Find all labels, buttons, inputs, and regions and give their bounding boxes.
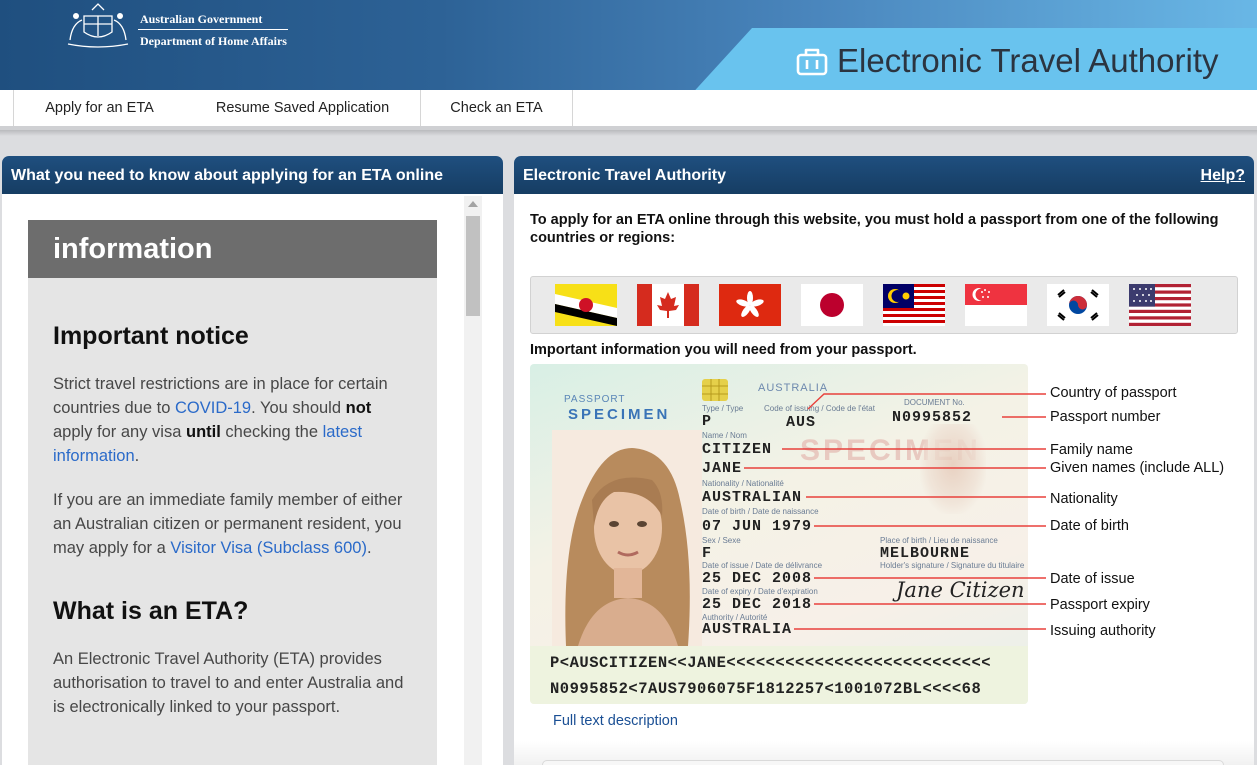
visitor-visa-link[interactable]: Visitor Visa (Subclass 600): [170, 539, 367, 557]
divider: [138, 29, 288, 30]
next-section-box: [542, 760, 1224, 765]
callout-date-of-birth: Date of birth: [1050, 518, 1129, 534]
flag-south-korea-icon: [1047, 284, 1109, 326]
text: . You should: [251, 399, 346, 417]
mrz-line-1: P<AUSCITIZEN<<JANE<<<<<<<<<<<<<<<<<<<<<<…: [550, 654, 992, 672]
info-content: information Important notice Strict trav…: [28, 220, 437, 765]
eta-panel-title: Electronic Travel Authority: [514, 156, 1254, 194]
eta-paragraph: An Electronic Travel Authority (ETA) pro…: [53, 650, 404, 716]
machine-readable-zone: P<AUSCITIZEN<<JANE<<<<<<<<<<<<<<<<<<<<<<…: [530, 646, 1028, 704]
nav-strip: [752, 90, 1257, 128]
notice-heading: Important notice: [53, 322, 249, 350]
callout-passport-expiry: Passport expiry: [1050, 597, 1150, 613]
help-link[interactable]: Help?: [1201, 156, 1245, 196]
text: .: [134, 447, 140, 465]
notice-paragraph-2: If you are an immediate family member of…: [53, 488, 413, 560]
nav-apply-eta[interactable]: Apply for an ETA: [13, 90, 186, 126]
callout-nationality: Nationality: [1050, 491, 1118, 507]
scroll-up-arrow-icon[interactable]: [468, 201, 478, 207]
info-panel-title: What you need to know about applying for…: [2, 156, 503, 194]
callout-given-names: Given names (include ALL): [1050, 460, 1225, 476]
government-name: Australian Government: [140, 12, 263, 26]
nav-check-eta[interactable]: Check an ETA: [421, 90, 573, 126]
info-panel: What you need to know about applying for…: [2, 156, 503, 765]
briefcase-icon: [796, 48, 828, 76]
flag-malaysia-icon: [883, 284, 945, 326]
text: apply for any visa: [53, 423, 186, 441]
callout-issuing-authority: Issuing authority: [1050, 623, 1156, 639]
app-title: Electronic Travel Authority: [837, 42, 1219, 79]
mrz-line-2: N0995852<7AUS7906075F1812257<1001072BL<<…: [550, 680, 982, 698]
passport-specimen-image: PASSPORT SPECIMEN AUSTRALIA SPECIMEN Typ…: [530, 364, 1028, 704]
flag-canada-icon: [637, 284, 699, 326]
emphasis: until: [185, 423, 221, 441]
info-text: Important notice Strict travel restricti…: [53, 320, 413, 739]
flag-japan-icon: [801, 284, 863, 326]
flag-brunei-icon: [555, 284, 617, 326]
full-text-description-link[interactable]: Full text description: [553, 713, 678, 729]
coat-of-arms-logo: [67, 3, 129, 48]
eta-panel: Electronic Travel Authority Help? To app…: [514, 156, 1254, 765]
callout-family-name: Family name: [1050, 442, 1133, 458]
eligible-countries: [530, 276, 1238, 334]
covid-link[interactable]: COVID-19: [175, 399, 251, 417]
text: .: [366, 539, 372, 557]
callout-passport-number: Passport number: [1050, 409, 1161, 425]
eta-heading: What is an ETA?: [53, 597, 249, 625]
info-heading: information: [28, 220, 437, 278]
callout-line-extensions: [1028, 393, 1046, 630]
nav-shadow: [0, 130, 1257, 136]
flag-hong-kong-icon: [719, 284, 781, 326]
scrollbar-thumb[interactable]: [466, 216, 480, 316]
emphasis: not: [345, 399, 372, 417]
flag-united-states-icon: [1129, 284, 1191, 326]
callout-date-of-issue: Date of issue: [1050, 571, 1135, 587]
notice-paragraph-1: Strict travel restrictions are in place …: [53, 372, 413, 468]
department-name: Department of Home Affairs: [140, 34, 287, 48]
text: checking the: [220, 423, 323, 441]
passport-info-label: Important information you will need from…: [530, 342, 917, 358]
eligibility-intro: To apply for an ETA online through this …: [530, 212, 1219, 246]
nav-resume-application[interactable]: Resume Saved Application: [185, 90, 421, 126]
flag-singapore-icon: [965, 284, 1027, 326]
scrollbar[interactable]: [464, 196, 482, 765]
callout-country: Country of passport: [1050, 385, 1177, 401]
